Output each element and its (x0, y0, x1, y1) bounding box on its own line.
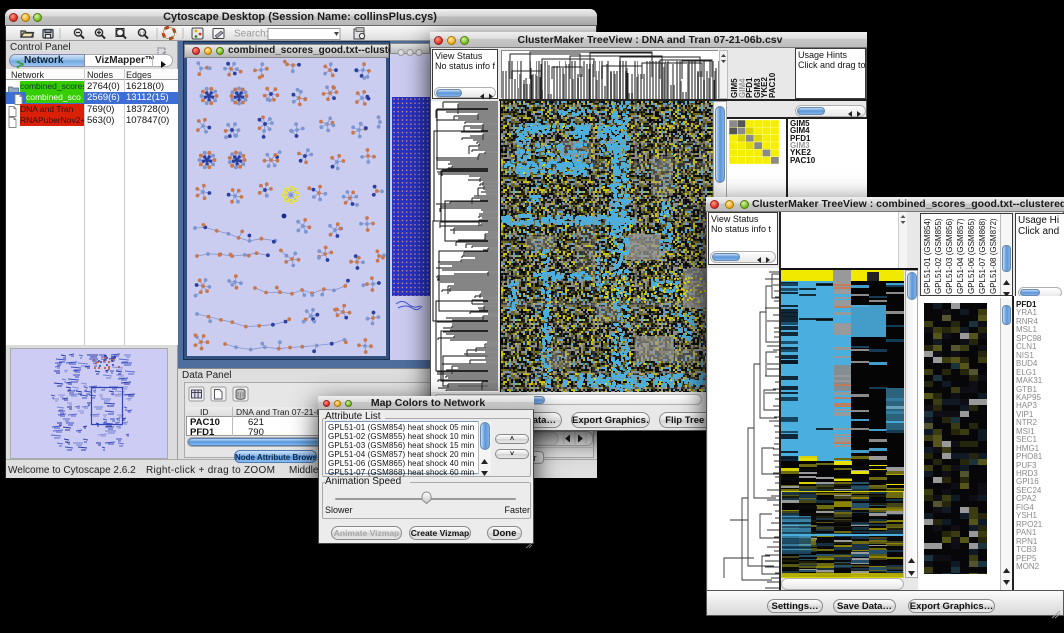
svg-text:Search:: Search: (234, 29, 268, 40)
svg-text:1:1: 1:1 (139, 30, 146, 35)
